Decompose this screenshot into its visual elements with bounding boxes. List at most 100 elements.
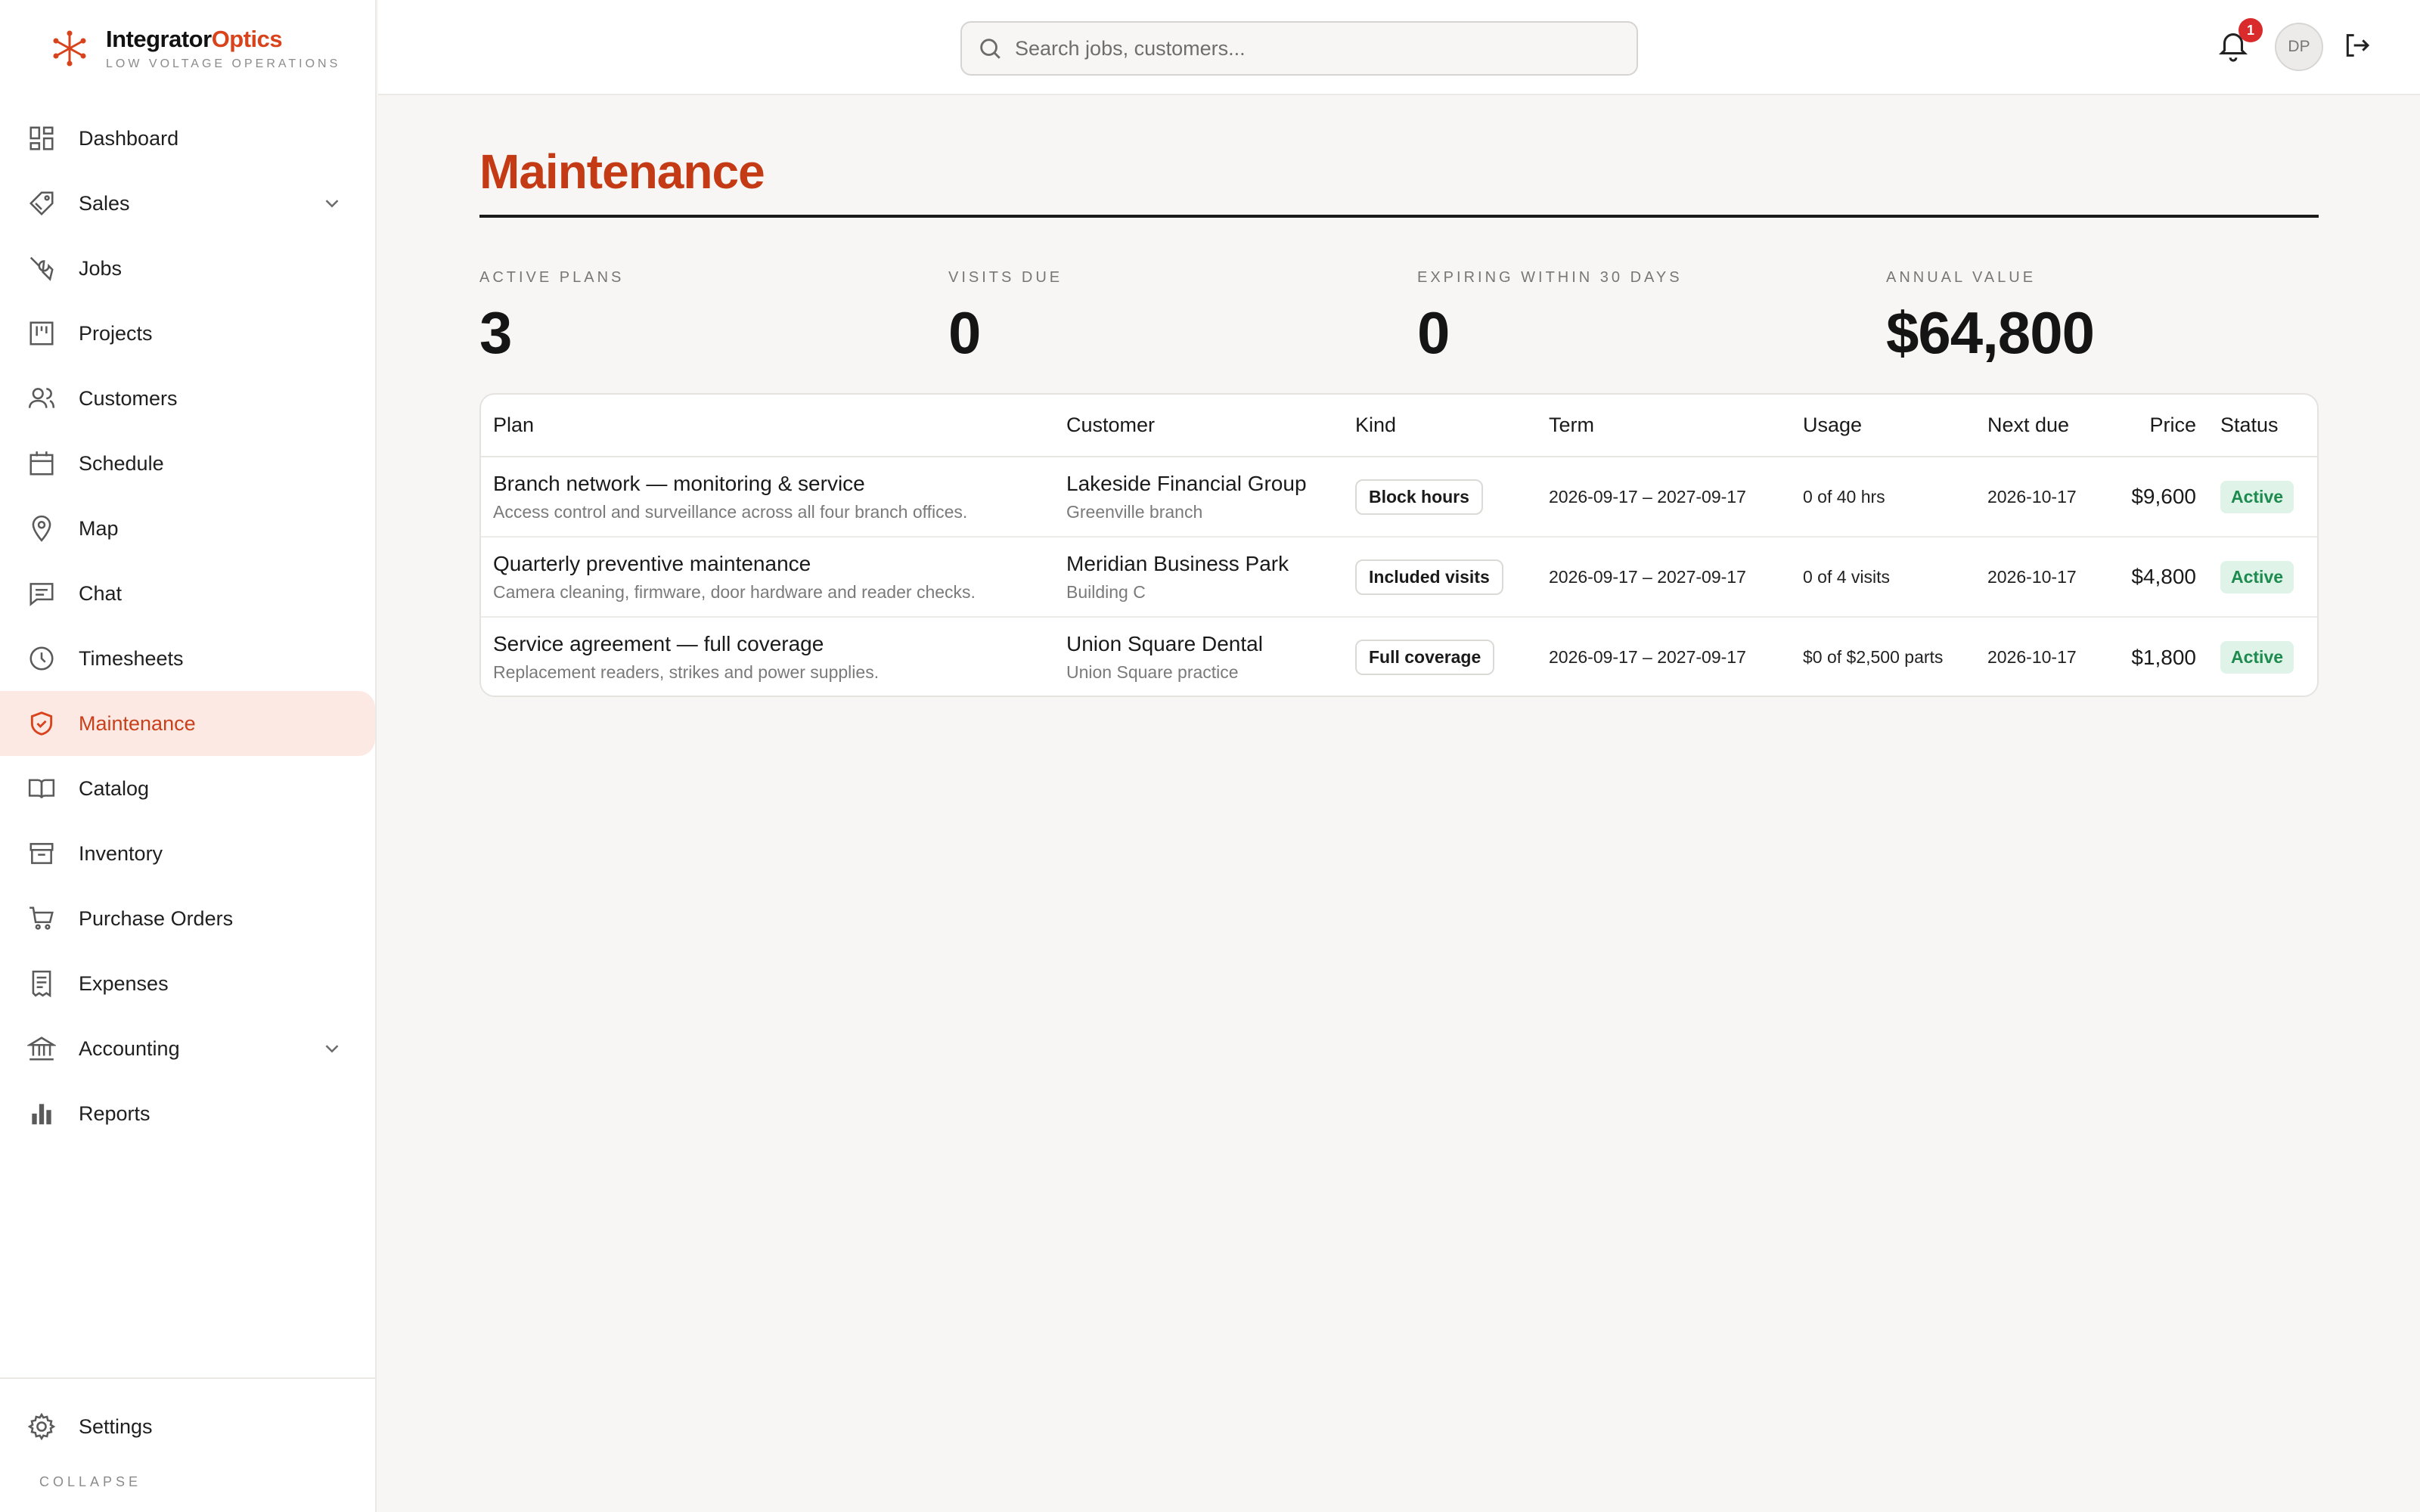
sidebar-item-label: Dashboard — [79, 126, 179, 150]
sidebar-item-inventory[interactable]: Inventory — [0, 821, 377, 886]
plans-table-card: Plan Customer Kind Term Usage Next due P… — [479, 393, 2319, 697]
stat-value: $64,800 — [1886, 299, 2095, 366]
logo-icon — [53, 30, 86, 67]
avatar[interactable]: DP — [2275, 23, 2323, 71]
sidebar-item-dashboard[interactable]: Dashboard — [0, 106, 377, 171]
column-header-price[interactable]: Price — [2105, 395, 2208, 457]
stat-label: ACTIVE PLANS — [479, 269, 625, 286]
column-header-kind[interactable]: Kind — [1343, 395, 1537, 457]
stat-active-plans: ACTIVE PLANS 3 — [479, 269, 624, 367]
chevron-down-icon[interactable] — [321, 1037, 343, 1060]
stat-label: ANNUAL VALUE — [1886, 269, 2037, 286]
column-header-next-due[interactable]: Next due — [1975, 395, 2105, 457]
sidebar-item-customers[interactable]: Customers — [0, 366, 377, 431]
table-row[interactable]: Branch network — monitoring & service Acc… — [481, 457, 2317, 538]
sidebar-item-accounting[interactable]: Accounting — [0, 1016, 377, 1081]
stat-annual-value: ANNUAL VALUE $64,800 — [1886, 269, 2095, 367]
sidebar-item-sales[interactable]: Sales — [0, 171, 377, 236]
sidebar-item-map[interactable]: Map — [0, 496, 377, 561]
chat-icon — [27, 579, 56, 608]
sidebar-item-projects[interactable]: Projects — [0, 301, 377, 366]
sidebar-item-label: Catalog — [79, 776, 150, 800]
term-cell: 2026-09-17 – 2027-09-17 — [1549, 647, 1746, 667]
plan-name[interactable]: Branch network — monitoring & service — [493, 472, 1054, 496]
brand[interactable]: IntegratorOptics LOW VOLTAGE OPERATIONS — [50, 24, 340, 71]
bank-icon — [27, 1034, 56, 1063]
customer-site: Greenville branch — [1066, 501, 1203, 522]
price-cell: $1,800 — [2131, 645, 2196, 669]
sidebar-item-label: Projects — [79, 321, 153, 345]
column-header-usage[interactable]: Usage — [1791, 395, 1975, 457]
usage-cell: 0 of 4 visits — [1791, 537, 1975, 618]
stat-visits-due: VISITS DUE 0 — [948, 269, 1063, 367]
page-title: Maintenance — [479, 144, 765, 199]
bar-chart-icon — [27, 1099, 56, 1128]
wrench-icon — [27, 254, 56, 283]
sidebar-item-label: Maintenance — [79, 711, 196, 735]
plan-name[interactable]: Service agreement — full coverage — [493, 632, 1054, 656]
search-input[interactable] — [1013, 36, 1603, 61]
sidebar-item-chat[interactable]: Chat — [0, 561, 377, 626]
usage-cell: 0 of 40 hrs — [1791, 457, 1975, 538]
cart-icon — [27, 904, 56, 933]
collapse-button[interactable]: COLLAPSE — [39, 1474, 141, 1490]
sidebar-item-settings[interactable]: Settings — [0, 1394, 375, 1459]
customer-name[interactable]: Union Square Dental — [1066, 632, 1343, 656]
sidebar-item-catalog[interactable]: Catalog — [0, 756, 377, 821]
sidebar-item-label: Chat — [79, 581, 123, 605]
next-due-cell: 2026-10-17 — [1987, 647, 2077, 667]
plan-name[interactable]: Quarterly preventive maintenance — [493, 552, 1054, 576]
sidebar-item-jobs[interactable]: Jobs — [0, 236, 377, 301]
sidebar-footer: Settings — [0, 1377, 375, 1459]
column-header-term[interactable]: Term — [1537, 395, 1791, 457]
search-icon — [980, 39, 1001, 59]
table-row[interactable]: Quarterly preventive maintenance Camera c… — [481, 537, 2317, 618]
table-row[interactable]: Service agreement — full coverage Replace… — [481, 617, 2317, 696]
sidebar-item-label: Jobs — [79, 256, 123, 280]
shield-check-icon — [27, 709, 56, 738]
sidebar-item-reports[interactable]: Reports — [0, 1081, 377, 1146]
sidebar-item-label: Settings — [79, 1414, 153, 1438]
sidebar-item-label: Expenses — [79, 971, 169, 995]
sidebar-item-label: Inventory — [79, 841, 163, 865]
dashboard-icon — [27, 124, 56, 153]
column-header-status[interactable]: Status — [2208, 395, 2317, 457]
customer-name[interactable]: Meridian Business Park — [1066, 552, 1343, 576]
book-icon — [27, 774, 56, 803]
column-header-plan[interactable]: Plan — [481, 395, 1054, 457]
sidebar-item-expenses[interactable]: Expenses — [0, 951, 377, 1016]
sidebar-item-timesheets[interactable]: Timesheets — [0, 626, 377, 691]
price-cell: $9,600 — [2105, 457, 2208, 538]
sidebar-item-maintenance[interactable]: Maintenance — [0, 691, 375, 756]
sidebar-nav: Dashboard Sales Jobs Projects Customers … — [0, 106, 377, 1146]
stat-value: 3 — [479, 299, 512, 366]
chevron-down-icon[interactable] — [321, 192, 343, 215]
calendar-icon — [27, 449, 56, 478]
term-cell: 2026-09-17 – 2027-09-17 — [1537, 537, 1791, 618]
column-header-customer[interactable]: Customer — [1054, 395, 1343, 457]
archive-icon — [27, 839, 56, 868]
tag-icon — [27, 189, 56, 218]
kind-badge: Full coverage — [1355, 640, 1495, 675]
sidebar-item-label: Reports — [79, 1101, 150, 1125]
sidebar-item-label: Customers — [79, 386, 178, 410]
sidebar-item-purchase-orders[interactable]: Purchase Orders — [0, 886, 377, 951]
search-box[interactable] — [960, 21, 1638, 76]
receipt-icon — [27, 969, 56, 998]
clock-icon — [27, 644, 56, 673]
title-divider — [479, 215, 2319, 218]
stat-expiring: EXPIRING WITHIN 30 DAYS 0 — [1417, 269, 1683, 367]
sidebar-item-schedule[interactable]: Schedule — [0, 431, 377, 496]
customer-site: Building C — [1066, 581, 1146, 602]
brand-tagline: LOW VOLTAGE OPERATIONS — [106, 57, 341, 70]
logout-button[interactable] — [2341, 30, 2375, 64]
brand-name: IntegratorOptics — [106, 26, 283, 52]
stat-label: VISITS DUE — [948, 269, 1063, 286]
plan-description: Replacement readers, strikes and power s… — [493, 662, 880, 682]
plans-table: Plan Customer Kind Term Usage Next due P… — [481, 395, 2317, 696]
customer-name[interactable]: Lakeside Financial Group — [1066, 472, 1343, 496]
next-due-cell: 2026-10-17 — [1975, 537, 2105, 618]
stat-value: 0 — [948, 299, 981, 366]
usage-cell: $0 of $2,500 parts — [1803, 647, 1944, 667]
map-pin-icon — [27, 514, 56, 543]
